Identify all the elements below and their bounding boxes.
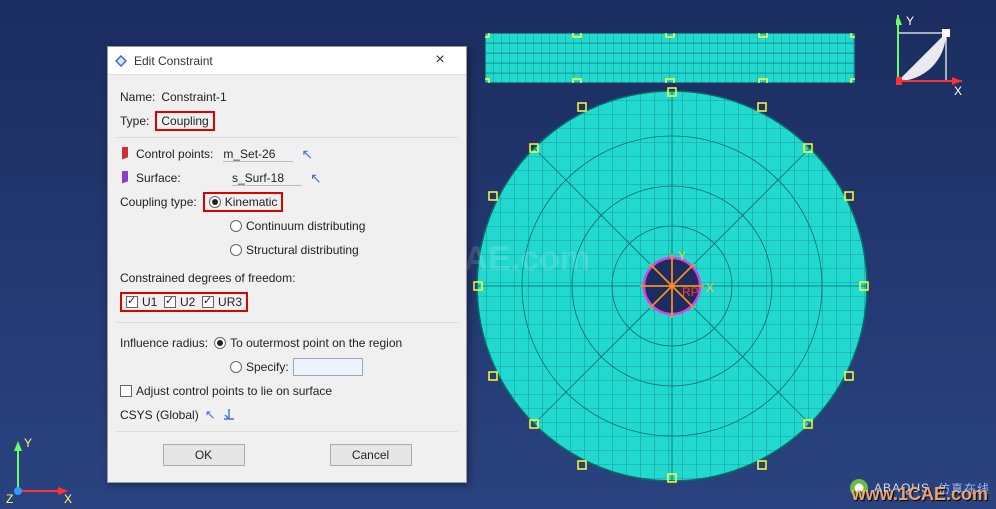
svg-text:Y: Y (906, 15, 914, 28)
beam-select (485, 33, 855, 83)
radio-structural[interactable] (230, 244, 242, 256)
svg-text:X: X (954, 84, 962, 98)
check-u1-label: U1 (142, 295, 157, 309)
type-value: Coupling (155, 111, 214, 131)
radio-kinematic-label: Kinematic (225, 195, 278, 209)
create-csys-icon[interactable] (222, 407, 236, 424)
disc-mesh: Y X RP (472, 86, 872, 486)
check-ur3-label: UR3 (218, 295, 242, 309)
rp-label: RP (682, 285, 699, 299)
points-icon (120, 147, 130, 161)
check-u1[interactable] (126, 296, 138, 308)
coup-label: Coupling type: (120, 195, 197, 209)
radio-outermost-label: To outermost point on the region (230, 336, 402, 350)
radio-specify[interactable] (230, 361, 242, 373)
type-label: Type: (120, 114, 149, 128)
radio-continuum-label: Continuum distributing (246, 219, 365, 233)
radio-kinematic[interactable] (209, 196, 221, 208)
viewport[interactable]: Y X RP (0, 0, 996, 509)
name-value: Constraint-1 (161, 90, 226, 104)
radio-structural-label: Structural distributing (246, 243, 359, 257)
check-u2[interactable] (164, 296, 176, 308)
ok-button[interactable]: OK (163, 444, 245, 466)
dof-label: Constrained degrees of freedom: (120, 271, 295, 285)
check-adjust-label: Adjust control points to lie on surface (136, 384, 332, 398)
inf-label: Influence radius: (120, 336, 208, 350)
svg-text:Y: Y (24, 436, 32, 450)
check-ur3[interactable] (202, 296, 214, 308)
pick-csys-icon[interactable]: ↖ (205, 407, 216, 423)
dialog-title: Edit Constraint (134, 54, 420, 68)
svg-text:Z: Z (6, 492, 13, 503)
svg-text:X: X (64, 492, 72, 503)
radio-outermost[interactable] (214, 337, 226, 349)
axis-triad: Y X Z (6, 433, 76, 503)
check-adjust[interactable] (120, 385, 132, 397)
svg-text:X: X (706, 281, 714, 295)
cancel-button[interactable]: Cancel (330, 444, 412, 466)
titlebar[interactable]: Edit Constraint × (108, 47, 466, 75)
svg-text:Y: Y (678, 249, 686, 263)
surf-label: Surface: (136, 171, 222, 185)
check-u2-label: U2 (180, 295, 195, 309)
ctrl-label: Control points: (136, 147, 213, 161)
pick-ctrl-icon[interactable]: ↖ (301, 146, 313, 163)
specify-input[interactable] (293, 358, 363, 376)
radio-specify-label: Specify: (246, 360, 289, 374)
radio-continuum[interactable] (230, 220, 242, 232)
surf-value: s_Surf-18 (232, 171, 302, 186)
view-compass[interactable]: Y X (896, 15, 966, 103)
watermark-right: www.1CAE.com (852, 484, 988, 505)
name-label: Name: (120, 90, 155, 104)
csys-label: CSYS (Global) (120, 408, 199, 422)
close-button[interactable]: × (420, 50, 460, 72)
surface-icon (120, 171, 130, 185)
pick-surf-icon[interactable]: ↖ (310, 170, 322, 187)
edit-constraint-dialog: Edit Constraint × Name: Constraint-1 Typ… (107, 46, 467, 483)
ctrl-value: m_Set-26 (223, 147, 293, 162)
app-icon (114, 54, 128, 68)
